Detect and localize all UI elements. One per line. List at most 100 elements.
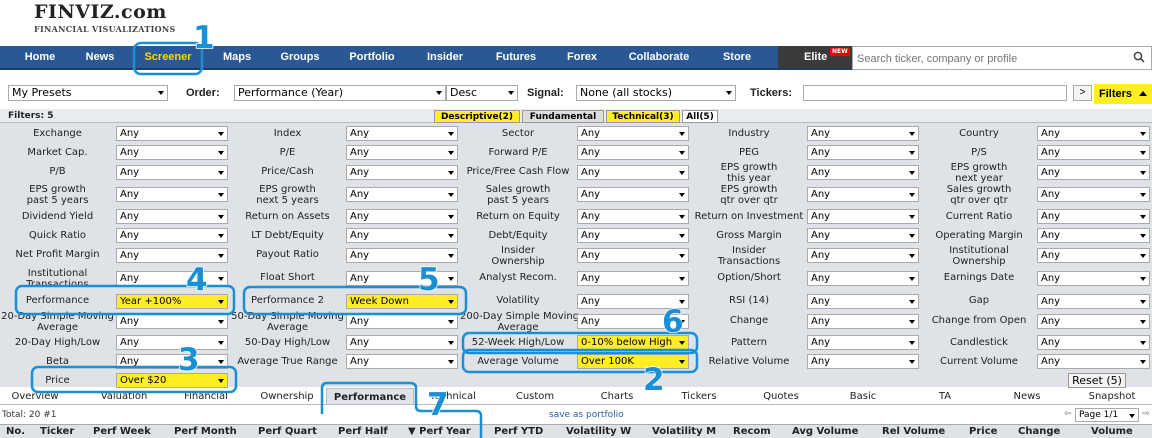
filters-toggle-button[interactable]: Filters — [1094, 84, 1152, 104]
filter-select[interactable]: Any — [1037, 294, 1150, 309]
col-perf-half[interactable]: Perf Half — [338, 425, 388, 438]
filter-select[interactable]: Any — [577, 126, 689, 141]
filter-select[interactable]: Any — [346, 228, 458, 243]
filter-select[interactable]: Any — [807, 314, 919, 329]
filter-select[interactable]: Any — [346, 165, 458, 180]
view-tab-tickers[interactable]: Tickers — [664, 388, 734, 405]
col-perf-ytd[interactable]: Perf YTD — [494, 425, 543, 438]
nav-news[interactable]: News — [70, 46, 130, 68]
view-tab-financial[interactable]: Financial — [170, 388, 242, 405]
page-select[interactable]: Page 1/1 — [1075, 408, 1139, 422]
filter-select[interactable]: Any — [807, 271, 919, 286]
filter-select[interactable]: Any — [807, 248, 919, 263]
col-volatility-m[interactable]: Volatility M — [652, 425, 716, 438]
tab-descriptive[interactable]: Descriptive(2) — [434, 110, 520, 123]
filter-select[interactable]: Any — [1037, 165, 1150, 180]
nav-elite[interactable]: Elite NEW — [778, 46, 852, 68]
nav-home[interactable]: Home — [10, 46, 70, 68]
filter-select[interactable]: Any — [577, 248, 689, 263]
nav-collaborate[interactable]: Collaborate — [614, 46, 704, 68]
filter-select[interactable]: Any — [577, 187, 689, 202]
filter-select[interactable]: Any — [807, 145, 919, 160]
view-tab-news[interactable]: News — [992, 388, 1062, 405]
filter-select[interactable]: Any — [116, 314, 228, 329]
filter-select[interactable]: Any — [1037, 314, 1150, 329]
nav-groups[interactable]: Groups — [270, 46, 330, 68]
col-no[interactable]: No. — [6, 425, 25, 438]
view-tab-overview[interactable]: Overview — [0, 388, 70, 405]
view-tab-custom[interactable]: Custom — [500, 388, 570, 405]
view-tab-ta[interactable]: TA — [910, 388, 980, 405]
order-select[interactable]: Performance (Year) — [234, 85, 446, 101]
nav-futures[interactable]: Futures — [480, 46, 552, 68]
filter-select[interactable]: Any — [577, 294, 689, 309]
filter-select[interactable]: Any — [807, 354, 919, 369]
tab-fundamental[interactable]: Fundamental — [522, 110, 604, 123]
tickers-input[interactable] — [803, 85, 1067, 101]
col-avg-volume[interactable]: Avg Volume — [792, 425, 858, 438]
filter-select[interactable]: Any — [1037, 248, 1150, 263]
search-input[interactable] — [857, 49, 1127, 69]
col-perf-quart[interactable]: Perf Quart — [258, 425, 317, 438]
filter-select[interactable]: Any — [807, 165, 919, 180]
filter-select[interactable]: Over $20 — [116, 373, 228, 388]
filter-select[interactable]: Week Down — [346, 294, 458, 309]
prev-page-icon[interactable]: ⇦ — [1064, 409, 1072, 419]
view-tab-technical[interactable]: Technical — [418, 388, 488, 405]
filter-select[interactable]: Any — [116, 248, 228, 263]
filter-select[interactable]: Any — [807, 209, 919, 224]
next-page-icon[interactable]: ⇨ — [1142, 409, 1150, 419]
col-recom[interactable]: Recom — [733, 425, 771, 438]
nav-store[interactable]: Store — [708, 46, 766, 68]
col-perf-week[interactable]: Perf Week — [93, 425, 151, 438]
search-icon[interactable] — [1133, 51, 1145, 63]
filter-select[interactable]: Any — [346, 248, 458, 263]
view-tab-basic[interactable]: Basic — [828, 388, 898, 405]
filter-select[interactable]: Any — [116, 165, 228, 180]
filter-select[interactable]: Any — [116, 271, 228, 286]
filter-select[interactable]: Any — [346, 145, 458, 160]
view-tab-performance[interactable]: Performance — [326, 388, 414, 405]
nav-insider[interactable]: Insider — [414, 46, 476, 68]
view-tab-charts[interactable]: Charts — [582, 388, 652, 405]
save-as-portfolio-link[interactable]: save as portfolio — [549, 410, 624, 420]
col-volume[interactable]: Volume — [1091, 425, 1133, 438]
filter-select[interactable]: Any — [807, 294, 919, 309]
reset-button[interactable]: Reset (5) — [1068, 373, 1126, 388]
col-ticker[interactable]: Ticker — [40, 425, 74, 438]
filter-select[interactable]: Any — [577, 228, 689, 243]
view-tab-quotes[interactable]: Quotes — [746, 388, 816, 405]
filter-select[interactable]: Any — [577, 209, 689, 224]
filter-select[interactable]: Any — [346, 335, 458, 350]
filter-select[interactable]: Any — [577, 271, 689, 286]
filter-select[interactable]: Any — [1037, 187, 1150, 202]
filter-select[interactable]: Any — [346, 271, 458, 286]
filter-select[interactable]: Any — [116, 335, 228, 350]
view-tab-snapshot[interactable]: Snapshot — [1074, 388, 1150, 405]
col-perf-month[interactable]: Perf Month — [174, 425, 237, 438]
view-tab-valuation[interactable]: Valuation — [86, 388, 162, 405]
filter-select[interactable]: Any — [1037, 126, 1150, 141]
col-volatility-w[interactable]: Volatility W — [566, 425, 631, 438]
filter-select[interactable]: Any — [116, 145, 228, 160]
nav-forex[interactable]: Forex — [556, 46, 608, 68]
filter-select[interactable]: Any — [1037, 335, 1150, 350]
presets-select[interactable]: My Presets — [8, 85, 168, 101]
filter-select[interactable]: Any — [807, 187, 919, 202]
filter-select[interactable]: Any — [346, 209, 458, 224]
filter-select[interactable]: Any — [116, 354, 228, 369]
nav-portfolio[interactable]: Portfolio — [336, 46, 408, 68]
filter-select[interactable]: Any — [116, 228, 228, 243]
col-price[interactable]: Price — [969, 425, 997, 438]
col-perf-year[interactable]: ▼ Perf Year — [408, 425, 471, 438]
view-tab-ownership[interactable]: Ownership — [254, 388, 320, 405]
filter-select[interactable]: Any — [116, 187, 228, 202]
tab-all[interactable]: All(5) — [682, 110, 718, 123]
filter-select[interactable]: Any — [346, 187, 458, 202]
filter-select[interactable]: Any — [807, 335, 919, 350]
filter-select[interactable]: Any — [577, 145, 689, 160]
filter-select[interactable]: Any — [577, 165, 689, 180]
filter-select[interactable]: Any — [116, 126, 228, 141]
direction-select[interactable]: Desc — [446, 85, 518, 101]
nav-screener[interactable]: Screener — [134, 46, 202, 68]
